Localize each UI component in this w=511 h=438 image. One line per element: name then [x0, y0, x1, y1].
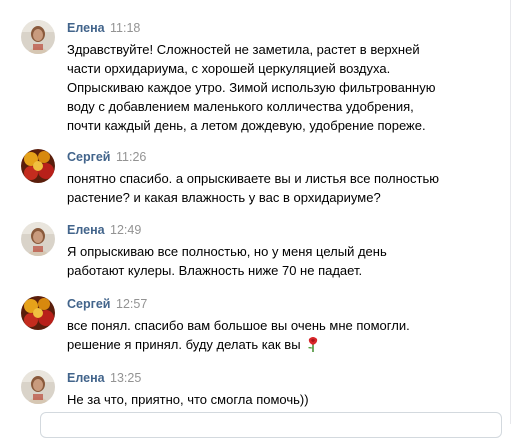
message-time[interactable]: 11:26	[116, 149, 146, 165]
message: Елена 12:49 Я опрыскиваю все полностью, …	[0, 222, 505, 282]
avatar-sergey-icon	[21, 296, 55, 330]
rose-emoji-icon	[306, 336, 320, 357]
message-line: работают кулеры. Влажность ниже 70 не па…	[67, 263, 363, 278]
message-line: растение? и какая влажность у вас в орхи…	[67, 190, 381, 205]
message: Сергей 12:57 все понял. спасибо вам боль…	[0, 296, 505, 356]
avatar-elena-icon	[21, 370, 55, 404]
message-text: Я опрыскиваю все полностью, но у меня це…	[67, 242, 497, 280]
message: Елена 13:25 Не за что, приятно, что смог…	[0, 370, 505, 410]
message: Елена 11:18 Здравствуйте! Сложностей не …	[0, 20, 505, 133]
message-time[interactable]: 12:57	[116, 296, 147, 312]
message-input[interactable]	[40, 412, 502, 438]
avatar[interactable]	[21, 149, 55, 183]
avatar[interactable]	[21, 222, 55, 256]
avatar-elena-icon	[21, 20, 55, 54]
avatar[interactable]	[21, 20, 55, 54]
avatar[interactable]	[21, 296, 55, 330]
message-line: понятно спасибо. а опрыскиваете вы и лис…	[67, 171, 439, 186]
avatar[interactable]	[21, 370, 55, 404]
message-line: почти каждый день, а летом дождевую, удо…	[67, 118, 426, 133]
message-line: Опрыскиваю каждое утро. Зимой использую …	[67, 80, 436, 95]
avatar-sergey-icon	[21, 149, 55, 183]
message-line-text: решение я принял. буду делать как вы	[67, 337, 301, 352]
message: Сергей 11:26 понятно спасибо. а опрыскив…	[0, 149, 505, 209]
message-time[interactable]: 13:25	[110, 370, 141, 386]
message-author[interactable]: Елена	[67, 370, 105, 386]
message-text: понятно спасибо. а опрыскиваете вы и лис…	[67, 169, 497, 207]
message-line: Не за что, приятно, что смогла помочь))	[67, 392, 309, 407]
message-line: решение я принял. буду делать как вы	[67, 335, 497, 357]
message-line: все понял. спасибо вам большое вы очень …	[67, 318, 410, 333]
message-line: Здравствуйте! Сложностей не заметила, ра…	[67, 42, 420, 57]
message-line: Я опрыскиваю все полностью, но у меня це…	[67, 244, 387, 259]
message-author[interactable]: Елена	[67, 222, 105, 238]
message-author[interactable]: Елена	[67, 20, 105, 36]
message-line: воду с добавлением маленького колличеств…	[67, 99, 414, 114]
message-line: части орхидариума, с хорошей церкуляцией…	[67, 61, 391, 76]
message-time[interactable]: 11:18	[110, 20, 140, 36]
message-author[interactable]: Сергей	[67, 296, 110, 312]
message-text: Здравствуйте! Сложностей не заметила, ра…	[67, 40, 497, 135]
message-time[interactable]: 12:49	[110, 222, 141, 238]
message-author[interactable]: Сергей	[67, 149, 110, 165]
message-text: все понял. спасибо вам большое вы очень …	[67, 316, 497, 357]
message-text: Не за что, приятно, что смогла помочь))	[67, 390, 497, 409]
avatar-elena-icon	[21, 222, 55, 256]
